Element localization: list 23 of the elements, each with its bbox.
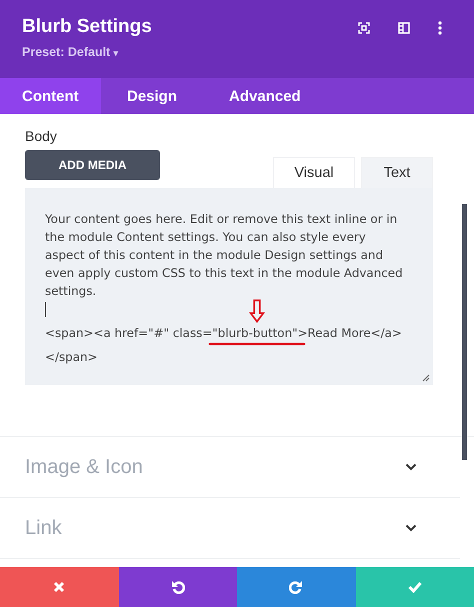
resize-handle-icon[interactable] xyxy=(422,374,430,382)
layout-icon[interactable] xyxy=(398,22,410,34)
editor-text: Your content goes here. Edit or remove this text inline or in the module Content settings. You can also style every aspect of this content in the module Design settings and even apply custom CSS to this text in the module Advanced settings. xyxy=(45,211,403,300)
add-media-button[interactable]: ADD MEDIA xyxy=(25,150,160,180)
close-icon xyxy=(53,581,66,593)
settings-tab[interactable]: Advanced xyxy=(207,78,323,114)
code-line: </span> xyxy=(45,349,98,366)
code-line: <span><a href="#" class="blurb-button">Read More</a> xyxy=(45,325,403,342)
redo-icon xyxy=(289,580,304,594)
down-arrow-icon xyxy=(249,299,265,323)
preset-dropdown[interactable]: Preset: Default ▾ xyxy=(22,45,152,59)
focus-icon[interactable] xyxy=(358,22,370,34)
settings-tab[interactable]: Content xyxy=(0,78,101,114)
editor-tab[interactable]: Visual xyxy=(273,157,355,188)
text-editor[interactable] xyxy=(25,188,433,385)
more-icon[interactable] xyxy=(438,21,442,35)
settings-tab[interactable]: Design xyxy=(105,78,200,114)
check-icon xyxy=(408,581,422,593)
panel-title: Blurb Settings xyxy=(22,16,152,38)
undo-icon xyxy=(170,580,185,594)
field-label: Body xyxy=(25,128,58,144)
scrollbar[interactable] xyxy=(462,204,467,460)
editor-tab[interactable]: Text xyxy=(361,157,433,188)
